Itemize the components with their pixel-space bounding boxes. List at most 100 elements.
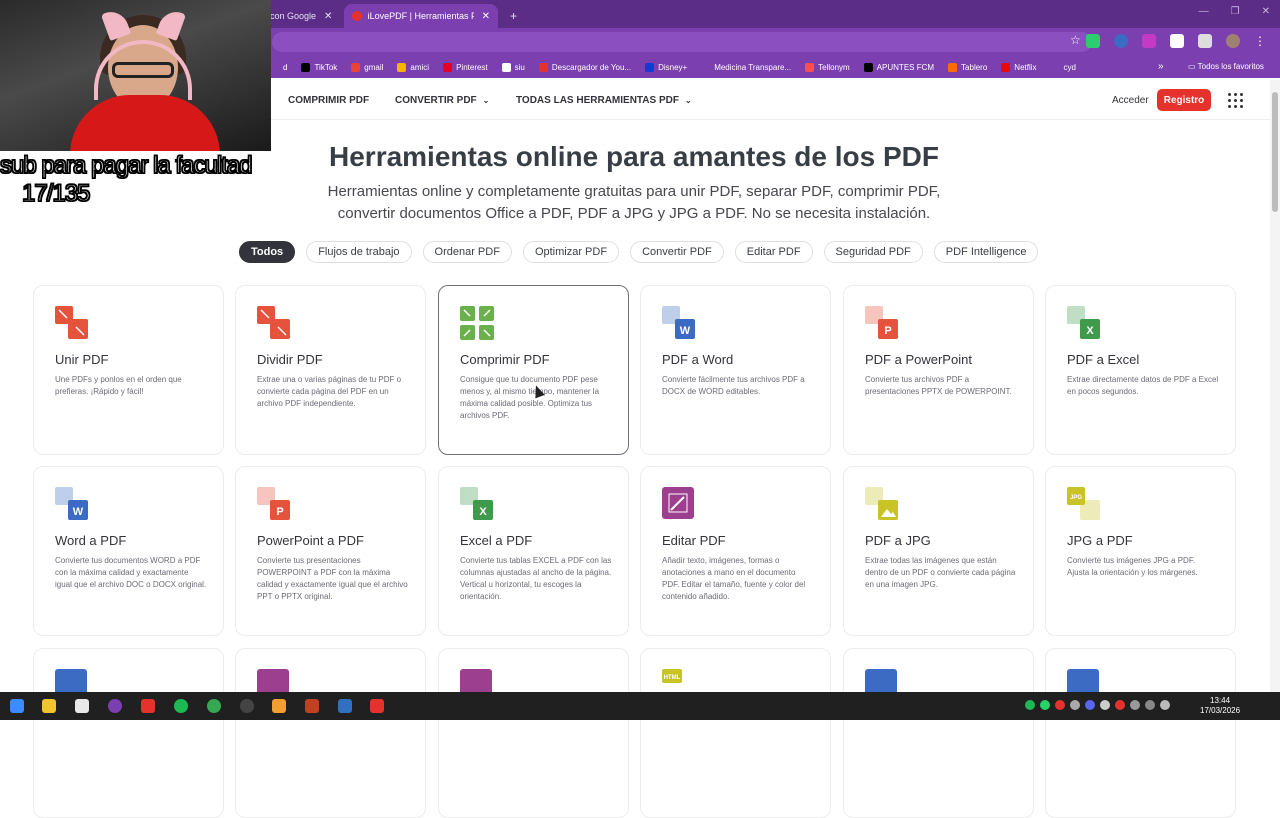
- filter-chip[interactable]: Seguridad PDF: [823, 241, 923, 263]
- chrome-icon[interactable]: [207, 699, 221, 713]
- filter-chip[interactable]: Todos: [239, 241, 296, 263]
- bookmark-item[interactable]: Medicina Transpare...: [701, 62, 791, 72]
- tool-card[interactable]: P PDF a PowerPoint Convierte tus archivos …: [843, 285, 1034, 455]
- winrar-icon[interactable]: [305, 699, 319, 713]
- extension-translate-icon[interactable]: [1114, 34, 1128, 48]
- bookmark-item[interactable]: Netflix: [1001, 62, 1037, 72]
- bookmark-item[interactable]: d: [270, 62, 287, 72]
- tool-card[interactable]: [235, 648, 426, 818]
- bookmark-item[interactable]: APUNTES FCM: [863, 62, 934, 72]
- tool-card[interactable]: [438, 648, 629, 818]
- tray-app-icon[interactable]: [1070, 700, 1080, 710]
- volume-icon[interactable]: [1160, 700, 1170, 710]
- tool-card[interactable]: X PDF a Excel Extrae directamente datos de…: [1045, 285, 1236, 455]
- nav-convert-pdf[interactable]: CONVERTIR PDF ⌄: [395, 95, 489, 106]
- tool-card[interactable]: P PowerPoint a PDF Convierte tus presentac…: [235, 466, 426, 636]
- tool-description: Une PDFs y ponlos en el orden que prefie…: [55, 375, 182, 396]
- restore-icon[interactable]: ❐: [1231, 6, 1240, 17]
- spotify-icon[interactable]: [174, 699, 188, 713]
- discord-icon[interactable]: [1085, 700, 1095, 710]
- bookmark-favicon-icon: [863, 62, 873, 72]
- all-favorites-folder[interactable]: ▭ Todos los favoritos: [1188, 62, 1264, 71]
- chatgpt-icon[interactable]: [240, 699, 254, 713]
- windows-taskbar: 13:44 17/03/2026: [0, 692, 1280, 720]
- word-icon: W: [662, 306, 695, 339]
- close-tab-icon[interactable]: ✕: [324, 11, 332, 22]
- browser-menu-icon[interactable]: ⋮: [1254, 34, 1268, 48]
- bookmark-star-icon[interactable]: ☆: [1070, 33, 1081, 47]
- extension-puzzle-icon[interactable]: [1142, 34, 1156, 48]
- windows-start-icon[interactable]: [10, 699, 24, 713]
- bookmark-item[interactable]: Tablero: [948, 62, 987, 72]
- tab-google[interactable]: con Google ✕: [262, 4, 340, 28]
- tool-card[interactable]: PDF a JPG Extrae todas las imágenes que e…: [843, 466, 1034, 636]
- bookmark-item[interactable]: cyd: [1050, 62, 1076, 72]
- whatsapp-icon[interactable]: [1040, 700, 1050, 710]
- tab-label: con Google: [270, 11, 317, 21]
- bookmark-item[interactable]: siu: [501, 62, 525, 72]
- bookmark-item[interactable]: Tellonym: [805, 62, 850, 72]
- ilovepdf-app-icon[interactable]: [370, 699, 384, 713]
- browser-app-icon[interactable]: [108, 699, 122, 713]
- tray-app-icon[interactable]: [1115, 700, 1125, 710]
- bookmark-item[interactable]: amici: [397, 62, 429, 72]
- bookmark-item[interactable]: TikTok: [301, 62, 337, 72]
- download-icon[interactable]: [1198, 34, 1212, 48]
- bookmark-item[interactable]: Pinterest: [443, 62, 488, 72]
- new-tab-button[interactable]: +: [502, 4, 525, 28]
- tool-card[interactable]: JPG JPG a PDF Convierte tus imágenes JPG a…: [1045, 466, 1236, 636]
- tool-card[interactable]: Dividir PDF Extrae una o varias páginas d…: [235, 285, 426, 455]
- taskbar-clock[interactable]: 13:44 17/03/2026: [1200, 696, 1240, 716]
- tool-card[interactable]: W Word a PDF Convierte tus documentos WORD…: [33, 466, 224, 636]
- extensions-icon[interactable]: [1170, 34, 1184, 48]
- tool-card[interactable]: [843, 648, 1034, 818]
- bookmark-item[interactable]: Disney+: [645, 62, 687, 72]
- address-bar[interactable]: [272, 32, 1092, 52]
- scroll-thumb[interactable]: [1272, 92, 1278, 212]
- tool-card[interactable]: Editar PDF Añadir texto, imágenes, formas…: [640, 466, 831, 636]
- tool-title: Excel a PDF: [460, 533, 533, 548]
- tool-card[interactable]: Comprimir PDF Consigue que tu documento P…: [438, 285, 629, 455]
- tool-card[interactable]: Unir PDF Une PDFs y ponlos en el orden qu…: [33, 285, 224, 455]
- tab-ilovepdf[interactable]: iLovePDF | Herramientas PDF o ✕: [344, 4, 498, 28]
- close-tab-icon[interactable]: ✕: [482, 11, 490, 22]
- filter-chip[interactable]: Flujos de trabajo: [306, 241, 412, 263]
- steam-icon[interactable]: [1130, 700, 1140, 710]
- filter-chip[interactable]: Optimizar PDF: [522, 241, 620, 263]
- merge-icon: [55, 306, 88, 339]
- register-button[interactable]: Registro: [1157, 89, 1211, 111]
- tool-description: Convierte tus imágenes JPG a PDF. Ajusta…: [1067, 556, 1198, 577]
- extension-shield-icon[interactable]: [1086, 34, 1100, 48]
- bookmarks-overflow-icon[interactable]: »: [1158, 61, 1164, 72]
- tool-card[interactable]: [33, 648, 224, 818]
- nav-all-tools[interactable]: TODAS LAS HERRAMIENTAS PDF ⌄: [516, 95, 692, 106]
- obs-icon[interactable]: [272, 699, 286, 713]
- tool-card[interactable]: W PDF a Word Convierte fácilmente tus arch…: [640, 285, 831, 455]
- close-window-icon[interactable]: ✕: [1262, 6, 1270, 17]
- page-scrollbar[interactable]: [1270, 80, 1280, 692]
- filter-chip[interactable]: Ordenar PDF: [422, 241, 512, 263]
- profile-avatar[interactable]: [1226, 34, 1240, 48]
- red-app-icon[interactable]: [141, 699, 155, 713]
- spotify-tray-icon[interactable]: [1025, 700, 1035, 710]
- tool-description: Convierte tus tablas EXCEL a PDF con las…: [460, 556, 612, 601]
- calendar-app-icon[interactable]: [75, 699, 89, 713]
- filter-chip[interactable]: Editar PDF: [734, 241, 813, 263]
- file-explorer-icon[interactable]: [42, 699, 56, 713]
- login-link[interactable]: Acceder: [1112, 95, 1149, 106]
- photos-icon[interactable]: [338, 699, 352, 713]
- tool-card[interactable]: HTML: [640, 648, 831, 818]
- nav-compress-pdf[interactable]: COMPRIMIR PDF: [288, 95, 369, 106]
- network-icon[interactable]: [1145, 700, 1155, 710]
- minimize-icon[interactable]: —: [1199, 6, 1209, 17]
- filter-chip[interactable]: Convertir PDF: [630, 241, 724, 263]
- filter-chip[interactable]: PDF Intelligence: [933, 241, 1039, 263]
- tray-app-icon[interactable]: [1100, 700, 1110, 710]
- bookmark-item[interactable]: Descargador de You...: [538, 62, 631, 72]
- tray-app-icon[interactable]: [1055, 700, 1065, 710]
- bookmark-item[interactable]: gmail: [351, 62, 383, 72]
- tool-card[interactable]: X Excel a PDF Convierte tus tablas EXCEL a…: [438, 466, 629, 636]
- bookmark-favicon-icon: [538, 62, 548, 72]
- apps-grid-icon[interactable]: [1228, 93, 1244, 109]
- tool-card[interactable]: [1045, 648, 1236, 818]
